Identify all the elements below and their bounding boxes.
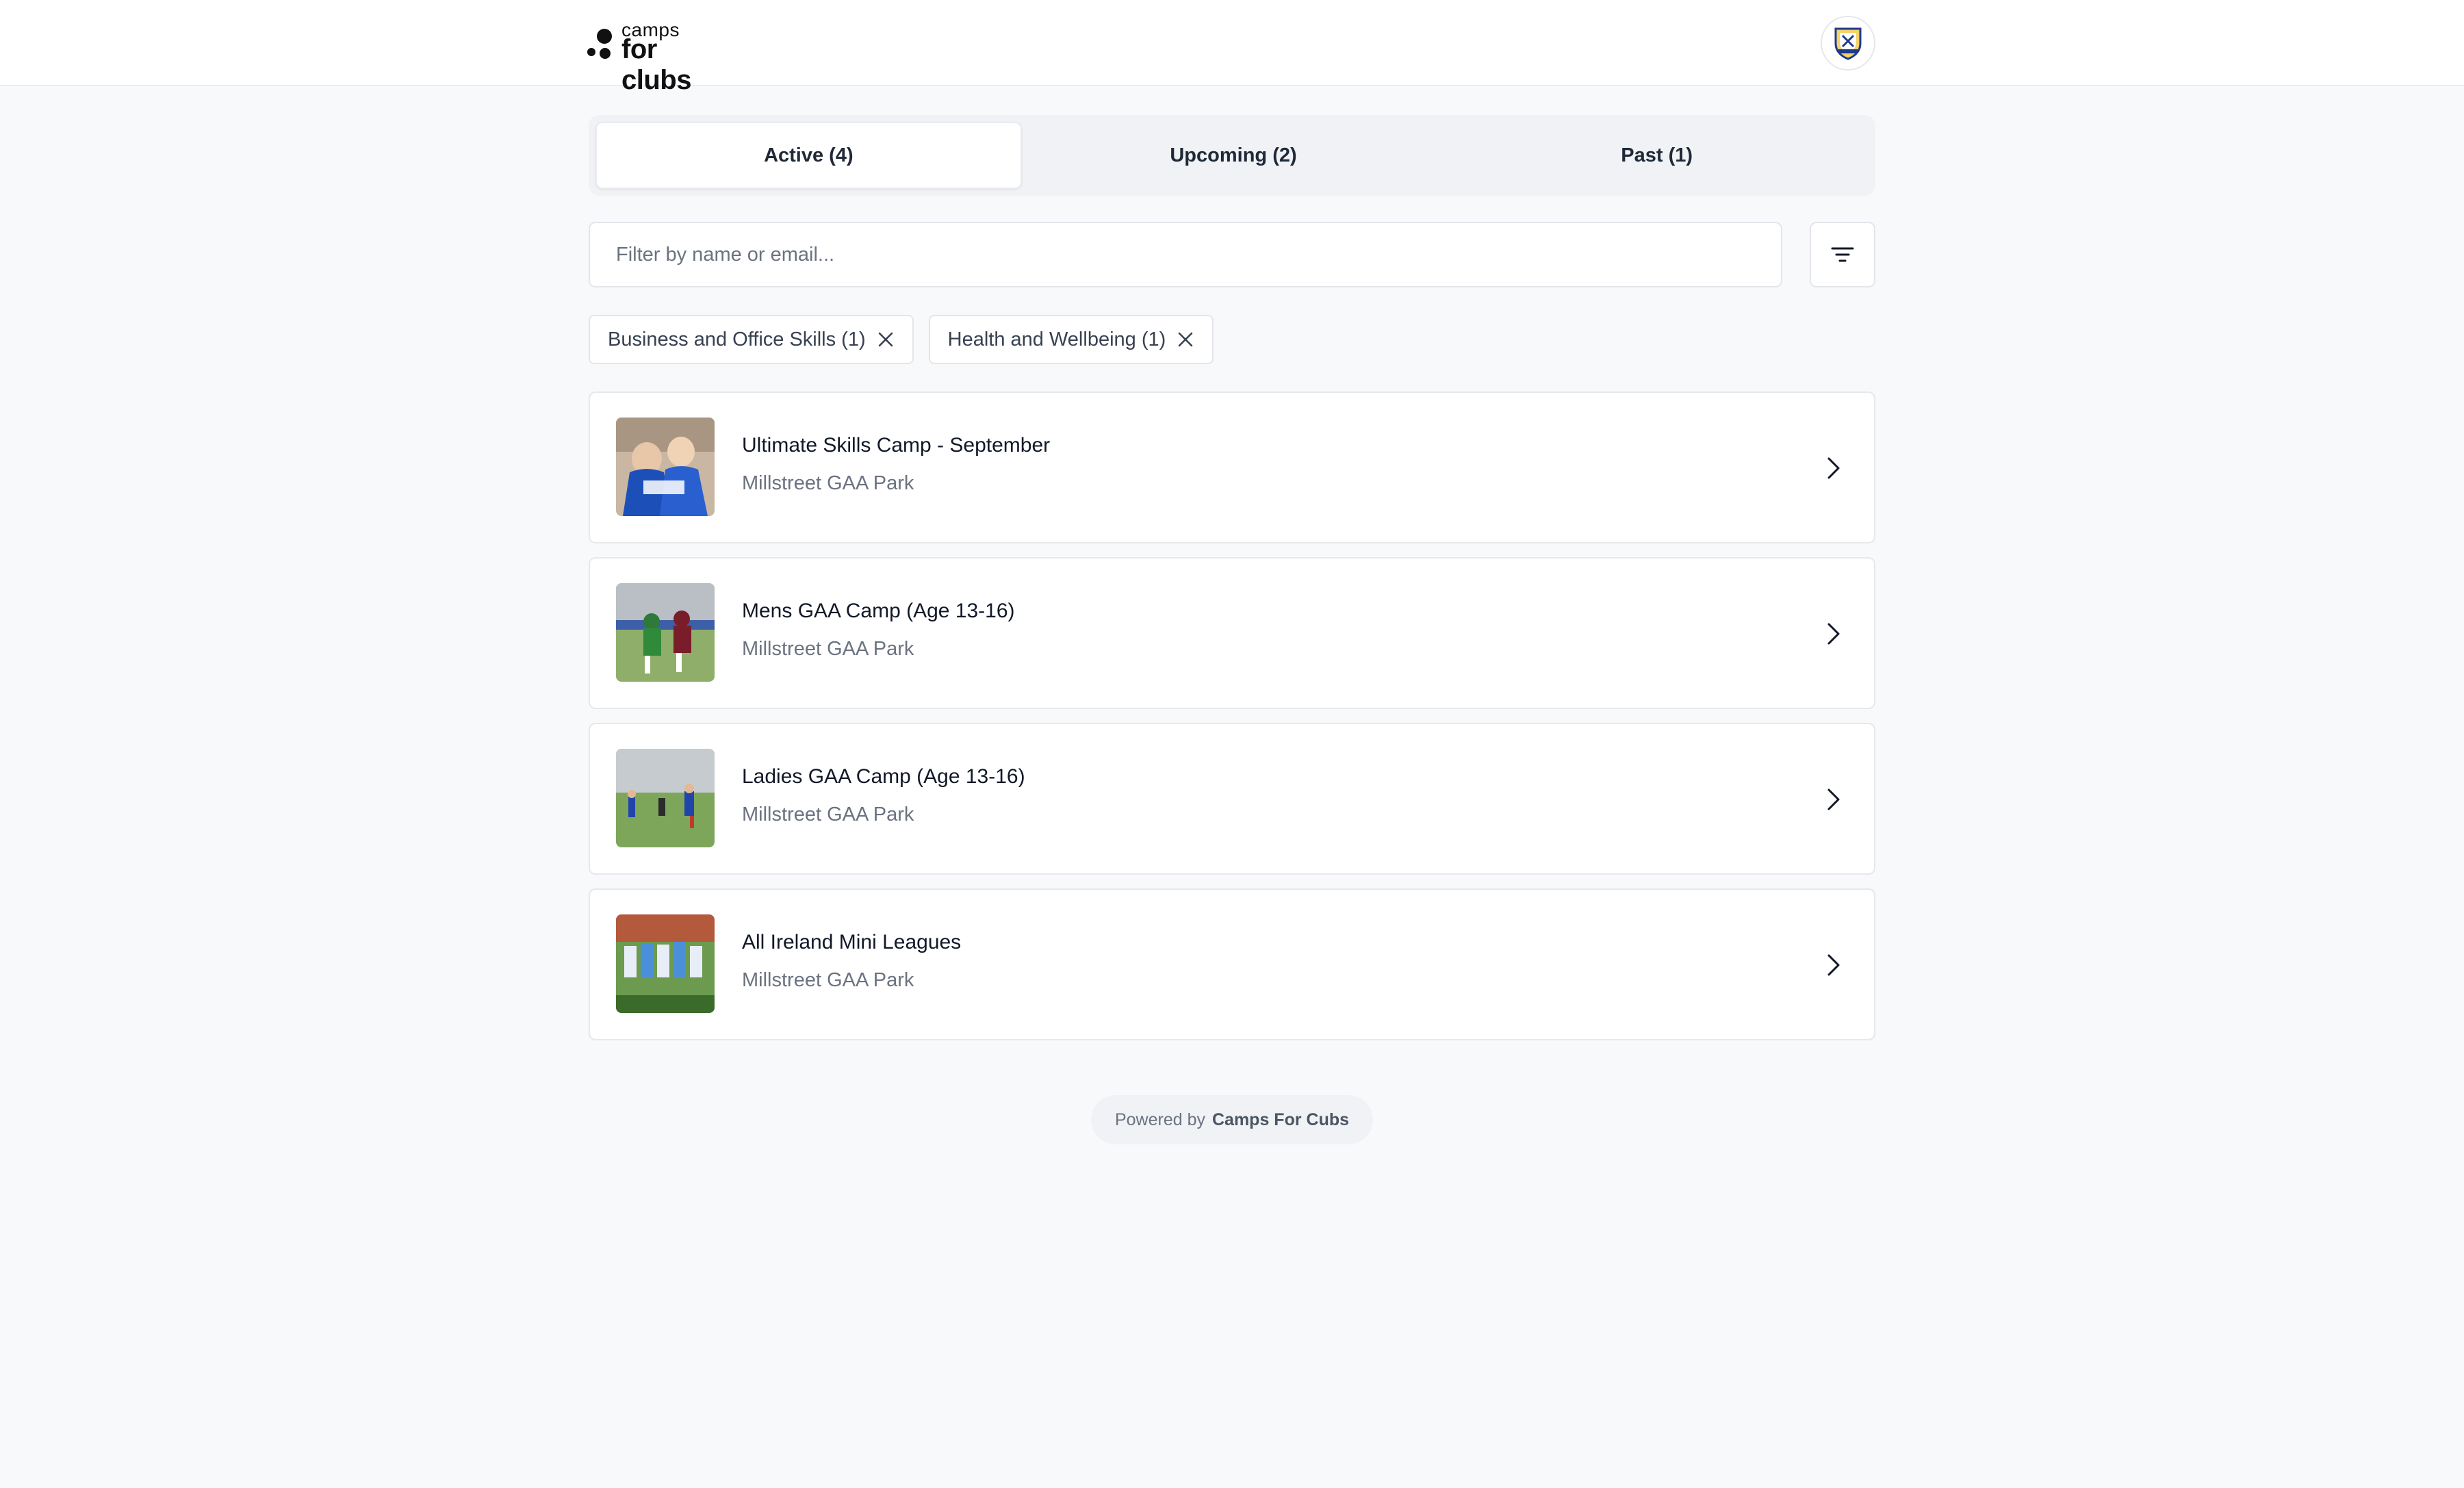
camp-thumbnail-image [616, 749, 715, 847]
filter-button[interactable] [1810, 222, 1875, 287]
tab-active[interactable]: Active (4) [595, 122, 1022, 189]
top-header: camps for clubs [0, 0, 2464, 95]
club-crest-icon [1834, 27, 1862, 60]
tab-upcoming[interactable]: Upcoming (2) [1022, 122, 1446, 189]
camp-thumbnail-image [616, 583, 715, 682]
close-icon[interactable] [1177, 331, 1194, 348]
logo-text-bottom: for clubs [621, 34, 691, 95]
camps-for-clubs-logo[interactable]: camps for clubs [587, 19, 731, 95]
powered-by-prefix: Powered by [1114, 1109, 1205, 1129]
filter-chip-business: Business and Office Skills (1) [589, 315, 914, 364]
camp-title: All Ireland Mini Leagues [742, 931, 962, 953]
active-filter-chips: Business and Office Skills (1) Health an… [589, 315, 1214, 364]
camp-thumbnail-image [616, 914, 715, 1013]
camp-thumbnail-image [616, 418, 715, 516]
chevron-right-icon [1827, 954, 1840, 976]
chevron-right-icon [1827, 457, 1840, 479]
filter-lines-icon [1831, 247, 1854, 262]
camp-title: Mens GAA Camp (Age 13-16) [742, 600, 1015, 622]
camp-status-tabs: Active (4) Upcoming (2) Past (1) [589, 115, 1875, 196]
powered-by-brand-link[interactable]: Camps For Cubs [1212, 1110, 1349, 1130]
camp-location: Millstreet GAA Park [742, 969, 914, 991]
camp-location: Millstreet GAA Park [742, 638, 914, 660]
filter-chip-label: Health and Wellbeing (1) [947, 328, 1166, 350]
camp-title: Ladies GAA Camp (Age 13-16) [742, 765, 1025, 788]
camp-card[interactable]: Mens GAA Camp (Age 13-16) Millstreet GAA… [589, 557, 1875, 709]
club-crest-avatar[interactable] [1821, 16, 1875, 70]
camp-card[interactable]: Ultimate Skills Camp - September Millstr… [589, 392, 1875, 543]
search-input[interactable] [589, 222, 1782, 287]
logo-dots-icon [587, 27, 612, 62]
camp-title: Ultimate Skills Camp - September [742, 434, 1051, 457]
filter-chip-health: Health and Wellbeing (1) [928, 315, 1214, 364]
tab-past[interactable]: Past (1) [1445, 122, 1869, 189]
chevron-right-icon [1827, 788, 1840, 810]
camp-location: Millstreet GAA Park [742, 804, 914, 825]
camp-card[interactable]: Ladies GAA Camp (Age 13-16) Millstreet G… [589, 723, 1875, 875]
close-icon[interactable] [877, 331, 895, 348]
camp-location: Millstreet GAA Park [742, 472, 914, 494]
filter-chip-label: Business and Office Skills (1) [608, 328, 866, 350]
chevron-right-icon [1827, 623, 1840, 645]
camp-card[interactable]: All Ireland Mini Leagues Millstreet GAA … [589, 888, 1875, 1040]
powered-by-badge: Powered by Camps For Cubs [1091, 1095, 1373, 1144]
